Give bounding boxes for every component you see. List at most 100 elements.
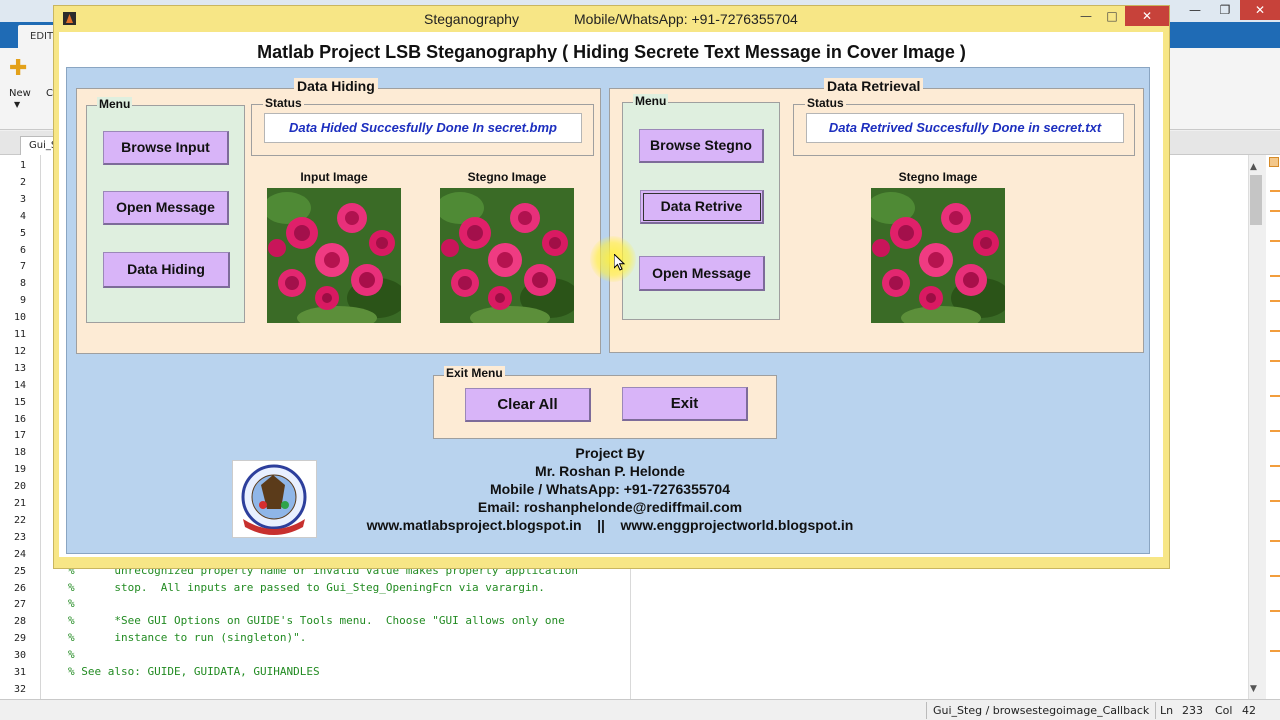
line-number: 1 (19, 160, 26, 171)
line-number: 4 (19, 210, 26, 222)
warning-mark[interactable] (1270, 395, 1280, 397)
gutter-divider (40, 155, 41, 699)
warning-mark[interactable] (1270, 190, 1280, 192)
exit-button[interactable]: Exit (622, 387, 748, 421)
warning-mark[interactable] (1270, 540, 1280, 542)
data-retrive-button[interactable]: Data Retrive (640, 190, 764, 224)
warning-mark[interactable] (1270, 300, 1280, 302)
hiding-stegno-image (440, 188, 574, 323)
line-number: 3 (19, 193, 26, 205)
chevron-down-icon[interactable]: ▼ (14, 100, 20, 109)
column-label: Col (1215, 704, 1233, 717)
warning-mark[interactable] (1270, 500, 1280, 502)
code-line[interactable]: % (68, 648, 75, 661)
line-number: 12 (13, 345, 26, 357)
line-number: 5 (19, 227, 26, 239)
doc-tab-gui-steg[interactable]: Gui_S (20, 136, 57, 155)
code-line[interactable]: % (68, 597, 75, 610)
warning-mark[interactable] (1270, 465, 1280, 467)
browse-input-button[interactable]: Browse Input (103, 131, 229, 165)
warning-mark[interactable] (1270, 275, 1280, 277)
line-number: 24 (13, 548, 26, 560)
new-file-icon[interactable]: ✚ (9, 56, 27, 81)
code-line[interactable]: % See also: GUIDE, GUIDATA, GUIHANDLES (68, 665, 320, 678)
scroll-down-icon[interactable]: ▼ (1250, 684, 1257, 694)
line-number: 16 (13, 413, 26, 425)
line-number: 27 (13, 599, 26, 611)
exit-menu-title: Exit Menu (444, 366, 505, 380)
line-label: Ln (1160, 704, 1174, 717)
code-line[interactable]: % instance to run (singleton)". (68, 631, 306, 644)
figure-window-controls: — □ ✕ (1073, 6, 1169, 26)
minimize-icon[interactable]: — (1073, 6, 1099, 26)
line-number: 31 (13, 667, 26, 678)
warning-mark[interactable] (1270, 240, 1280, 242)
warning-mark[interactable] (1270, 360, 1280, 362)
input-image-label: Input Image (300, 170, 368, 184)
retrieval-stegno-image (871, 188, 1005, 323)
right-margin-line (630, 560, 631, 700)
credit-websites: www.matlabsproject.blogspot.in || www.en… (290, 516, 930, 534)
retrieval-status-title: Status (805, 96, 846, 110)
warning-mark[interactable] (1270, 650, 1280, 652)
line-number: 26 (13, 582, 26, 594)
data-hiding-button[interactable]: Data Hiding (103, 252, 230, 288)
open-message-button[interactable]: Open Message (103, 191, 229, 225)
warning-mark[interactable] (1270, 210, 1280, 212)
code-line[interactable]: % *See GUI Options on GUIDE's Tools menu… (68, 614, 565, 627)
credit-project-by: Project By (575, 445, 645, 461)
rose-flowers-image (871, 188, 1005, 323)
ide-minimize-icon[interactable]: — (1180, 0, 1210, 20)
credit-email: Email: roshanphelonde@rediffmail.com (477, 499, 743, 515)
rose-flowers-image (267, 188, 401, 323)
ide-close-icon[interactable]: ✕ (1240, 0, 1280, 20)
matlab-logo-icon (63, 12, 76, 25)
website-link-1: www.matlabsproject.blogspot.in (366, 517, 582, 533)
line-number: 2 (19, 176, 26, 188)
window-title-contact: Mobile/WhatsApp: +91-7276355704 (574, 11, 798, 27)
clear-all-button[interactable]: Clear All (465, 388, 591, 422)
warning-mark[interactable] (1270, 610, 1280, 612)
retrieval-open-message-button[interactable]: Open Message (639, 256, 765, 291)
line-number: 6 (19, 244, 26, 256)
hiding-menu-title: Menu (97, 97, 133, 111)
line-number: 20 (13, 481, 26, 493)
line-number: 17 (13, 430, 26, 442)
line-number: 7 (19, 261, 26, 273)
line-number: 11 (13, 329, 26, 340)
window-title: Steganography (424, 11, 519, 27)
line-number: 8 (19, 278, 26, 290)
line-number: 10 (13, 312, 26, 324)
hiding-status-title: Status (263, 96, 304, 110)
code-line[interactable]: % stop. All inputs are passed to Gui_Ste… (68, 581, 545, 594)
figure-titlebar: Steganography Mobile/WhatsApp: +91-72763… (54, 6, 1169, 31)
line-number: 21 (13, 498, 26, 509)
new-button-label[interactable]: New (9, 88, 31, 99)
line-number: 29 (13, 633, 26, 645)
line-number: 32 (13, 683, 26, 695)
rose-flowers-image (440, 188, 574, 323)
retrieval-menu-title: Menu (633, 94, 669, 108)
warning-indicator-icon[interactable] (1269, 157, 1279, 167)
close-icon[interactable]: ✕ (1125, 6, 1169, 26)
ide-statusbar: Gui_Steg / browsestegoimage_Callback Ln … (0, 699, 1280, 720)
project-credits: Project By Mr. Roshan P. Helonde Mobile … (290, 444, 930, 534)
warning-mark[interactable] (1270, 330, 1280, 332)
warning-mark[interactable] (1270, 575, 1280, 577)
line-number: 23 (13, 531, 26, 543)
ide-restore-icon[interactable]: ❐ (1210, 0, 1240, 20)
warning-mark[interactable] (1270, 430, 1280, 432)
line-number-gutter: 1 2 3 4 5 6 7 8 9 10 11 12 13 14 15 16 17 18 19 20 21 22 23 24 2… (0, 155, 42, 699)
data-hiding-title: Data Hiding (294, 78, 378, 94)
scrollbar-thumb[interactable] (1250, 175, 1262, 225)
retrieval-stegno-image-label: Stegno Image (898, 170, 978, 184)
ide-window-controls: — ❐ ✕ (1180, 0, 1280, 22)
maximize-icon[interactable]: □ (1099, 6, 1125, 26)
code-analyzer-bar (1268, 155, 1280, 699)
scroll-up-icon[interactable]: ▲ (1250, 162, 1257, 172)
data-retrieval-title: Data Retrieval (824, 78, 924, 94)
ribbon-partial-label[interactable]: C (46, 88, 53, 99)
current-function: Gui_Steg / browsestegoimage_Callback (926, 702, 1157, 719)
editor-scrollbar[interactable] (1248, 155, 1266, 699)
browse-stegno-button[interactable]: Browse Stegno (639, 129, 764, 163)
